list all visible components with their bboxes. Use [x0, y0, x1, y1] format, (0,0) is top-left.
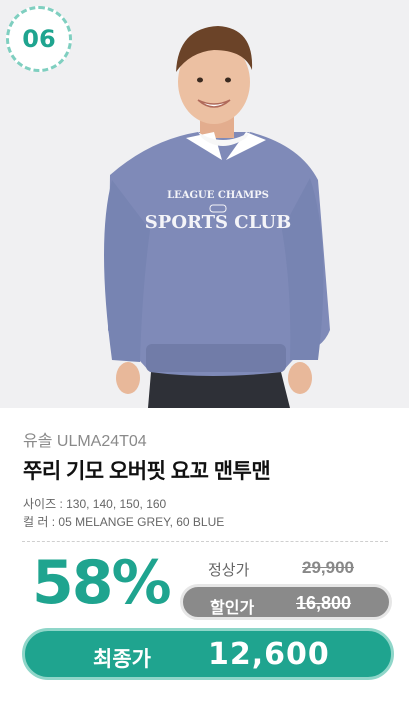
- product-photo[interactable]: LEAGUE CHAMPS SPORTS CLUB 06: [0, 0, 409, 408]
- product-name[interactable]: 쭈리 기모 오버핏 요꼬 맨투맨: [23, 455, 271, 485]
- sale-price: 16,800: [296, 593, 352, 613]
- product-colors: 컬 러 : 05 MELANGE GREY, 60 BLUE: [23, 515, 225, 529]
- product-number-badge: 06: [6, 6, 72, 72]
- product-brand: 유솔 ULMA24T04: [23, 433, 147, 450]
- final-price-label: 최종가: [93, 648, 151, 671]
- discount-rate: 58%: [32, 548, 172, 618]
- badge-number: 06: [22, 25, 56, 53]
- final-price-button[interactable]: 최종가 12,600: [22, 628, 394, 680]
- product-card[interactable]: LEAGUE CHAMPS SPORTS CLUB 06 유솔 ULMA24T0…: [0, 0, 409, 714]
- print-main-text: SPORTS CLUB: [145, 212, 291, 233]
- product-sizes: 사이즈 : 130, 140, 150, 160: [23, 497, 167, 511]
- regular-price-label: 정상가: [208, 562, 250, 579]
- final-price: 12,600: [208, 637, 330, 672]
- divider: [22, 541, 388, 542]
- sale-price-pill: 할인가 16,800: [180, 584, 392, 620]
- regular-price: 29,900: [302, 558, 354, 577]
- sale-price-label: 할인가: [210, 600, 255, 617]
- print-top-text: LEAGUE CHAMPS: [167, 190, 269, 201]
